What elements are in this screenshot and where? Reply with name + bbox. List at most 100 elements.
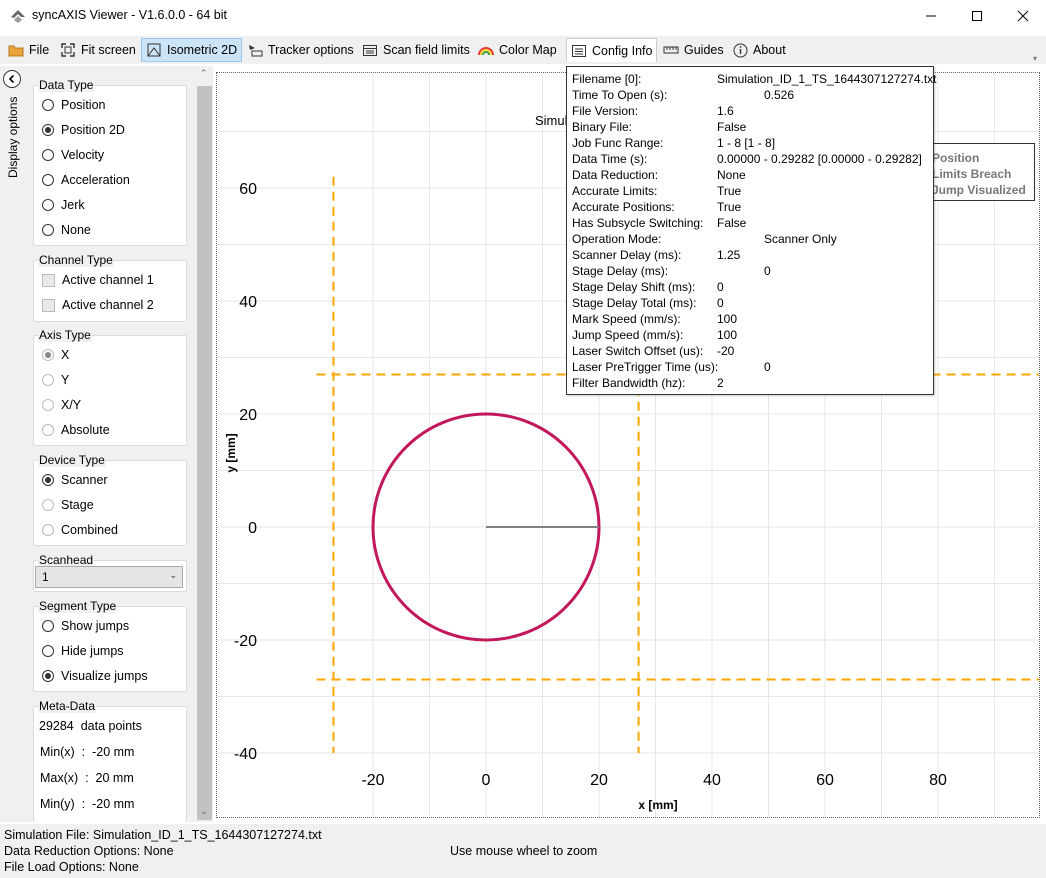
menu-guides[interactable]: Guides <box>659 38 728 62</box>
radio-axis-x[interactable]: X <box>42 346 69 364</box>
maximize-icon <box>972 11 982 21</box>
legend-limits-breach: Limits Breach <box>932 167 1012 181</box>
checkbox-label: Active channel 2 <box>62 298 154 312</box>
config-info-key: Time To Open (s): <box>572 88 668 102</box>
scroll-down-icon[interactable]: ⌄ <box>200 806 208 817</box>
menu-scan-field-label: Scan field limits <box>383 43 470 57</box>
display-options-label[interactable]: Display options <box>6 97 20 178</box>
checkbox[interactable] <box>42 273 55 287</box>
menu-fit-screen[interactable]: Fit screen <box>56 38 140 62</box>
radio-button[interactable] <box>42 174 54 186</box>
radio-label: X/Y <box>61 398 82 412</box>
x-tick-label: 0 <box>482 772 491 789</box>
radio-scanner[interactable]: Scanner <box>42 471 108 489</box>
radio-axis-xy[interactable]: X/Y <box>42 396 81 414</box>
radio-axis-y[interactable]: Y <box>42 371 69 389</box>
legend-position: Position <box>932 151 980 165</box>
checkbox[interactable] <box>42 298 55 312</box>
radio-label: Y <box>61 373 70 387</box>
config-info-value: Scanner Only <box>764 232 837 246</box>
config-info-key: Stage Delay Total (ms): <box>572 296 697 310</box>
close-window-button[interactable] <box>1000 0 1046 32</box>
radio-position[interactable]: Position <box>42 96 105 114</box>
radio-label: Scanner <box>61 473 108 487</box>
config-info-value: 0 <box>764 264 771 278</box>
checkbox-channel-1[interactable]: Active channel 1 <box>42 271 154 289</box>
config-info-value: 0 <box>764 360 771 374</box>
config-info-value: False <box>717 120 747 134</box>
y-tick-label: 0 <box>248 520 257 537</box>
radio-visualize-jumps[interactable]: Visualize jumps <box>42 667 148 685</box>
radio-button[interactable] <box>42 499 54 511</box>
config-info-value: False <box>717 216 747 230</box>
menu-file[interactable]: File <box>4 38 53 62</box>
config-info-value: 1 - 8 [1 - 8] <box>717 136 776 150</box>
scroll-up-icon[interactable]: ⌃ <box>200 68 208 79</box>
config-info-key: Stage Delay Shift (ms): <box>572 280 696 294</box>
info-icon <box>732 42 748 58</box>
radio-acceleration[interactable]: Acceleration <box>42 171 130 189</box>
radio-button[interactable] <box>42 124 54 136</box>
radio-button[interactable] <box>42 99 54 111</box>
x-tick-label: 60 <box>816 772 834 789</box>
scanhead-select[interactable]: 1 ⌄ <box>35 566 183 588</box>
plot-legend: Position Limits Breach Jump Visualized <box>926 143 1035 201</box>
folder-icon <box>8 42 24 58</box>
radio-velocity[interactable]: Velocity <box>42 146 104 164</box>
radio-jerk[interactable]: Jerk <box>42 196 85 214</box>
minimize-button[interactable] <box>908 0 954 32</box>
radio-button[interactable] <box>42 424 54 436</box>
menu-about[interactable]: About <box>728 38 790 62</box>
radio-show-jumps[interactable]: Show jumps <box>42 617 129 635</box>
radio-position-2d[interactable]: Position 2D <box>42 121 125 139</box>
menu-bar: File Fit screen Isometric 2D Tracker opt… <box>0 36 1046 64</box>
radio-axis-absolute[interactable]: Absolute <box>42 421 110 439</box>
radio-label: Combined <box>61 523 118 537</box>
menu-isometric-2d[interactable]: Isometric 2D <box>141 38 243 62</box>
minimize-icon <box>926 15 936 17</box>
display-options-tab: Display options <box>0 66 26 822</box>
menu-tracker-options[interactable]: Tracker options <box>243 38 358 62</box>
radio-stage[interactable]: Stage <box>42 496 94 514</box>
status-data-reduction: Data Reduction Options: None <box>4 844 174 858</box>
radio-button[interactable] <box>42 349 54 361</box>
radio-button[interactable] <box>42 670 54 682</box>
radio-button[interactable] <box>42 199 54 211</box>
maximize-button[interactable] <box>954 0 1000 32</box>
config-info-popup: Filename [0]: Simulation_ID_1_TS_16443071… <box>566 66 937 395</box>
radio-button[interactable] <box>42 224 54 236</box>
axis-type-label: Axis Type <box>38 328 92 342</box>
radio-combined[interactable]: Combined <box>42 521 118 539</box>
radio-label: Hide jumps <box>61 644 124 658</box>
config-info-key: Laser PreTrigger Time (us): <box>572 360 719 374</box>
segment-type-group: Segment Type Show jumps Hide jumps Visua… <box>33 599 187 692</box>
radio-none[interactable]: None <box>42 221 91 239</box>
radio-button[interactable] <box>42 620 54 632</box>
radio-label: Visualize jumps <box>61 669 148 683</box>
checkbox-channel-2[interactable]: Active channel 2 <box>42 296 154 314</box>
menu-color-map-label: Color Map <box>499 43 557 57</box>
radio-hide-jumps[interactable]: Hide jumps <box>42 642 124 660</box>
radio-button[interactable] <box>42 474 54 486</box>
radio-button[interactable] <box>42 645 54 657</box>
radio-button[interactable] <box>42 149 54 161</box>
menu-color-map[interactable]: Color Map <box>474 38 561 62</box>
radio-button[interactable] <box>42 524 54 536</box>
scrollbar-thumb[interactable] <box>197 86 212 820</box>
meta-data-group: Meta-Data 29284 data points Min(x) : -20… <box>33 699 187 822</box>
config-info-value: 0.00000 - 0.29282 [0.00000 - 0.29282] <box>717 152 922 166</box>
radio-button[interactable] <box>42 374 54 386</box>
menu-scan-field-limits[interactable]: Scan field limits <box>358 38 474 62</box>
collapse-sidebar-button[interactable] <box>3 70 21 88</box>
menu-overflow-icon[interactable]: ▾ <box>1033 54 1037 63</box>
menu-config-info[interactable]: Config Info <box>566 38 658 62</box>
meta-max-x: Max(x) : 20 mm <box>40 771 134 785</box>
device-type-group: Device Type Scanner Stage Combined <box>33 453 187 546</box>
menu-config-info-label: Config Info <box>592 43 653 58</box>
config-info-key: Filename [0]: <box>572 72 642 86</box>
meta-data-label: Meta-Data <box>38 699 97 713</box>
options-scrollbar[interactable]: ⌃ ⌄ <box>196 66 213 822</box>
radio-button[interactable] <box>42 399 54 411</box>
x-tick-label: 20 <box>590 772 608 789</box>
radio-label: X <box>61 348 70 362</box>
